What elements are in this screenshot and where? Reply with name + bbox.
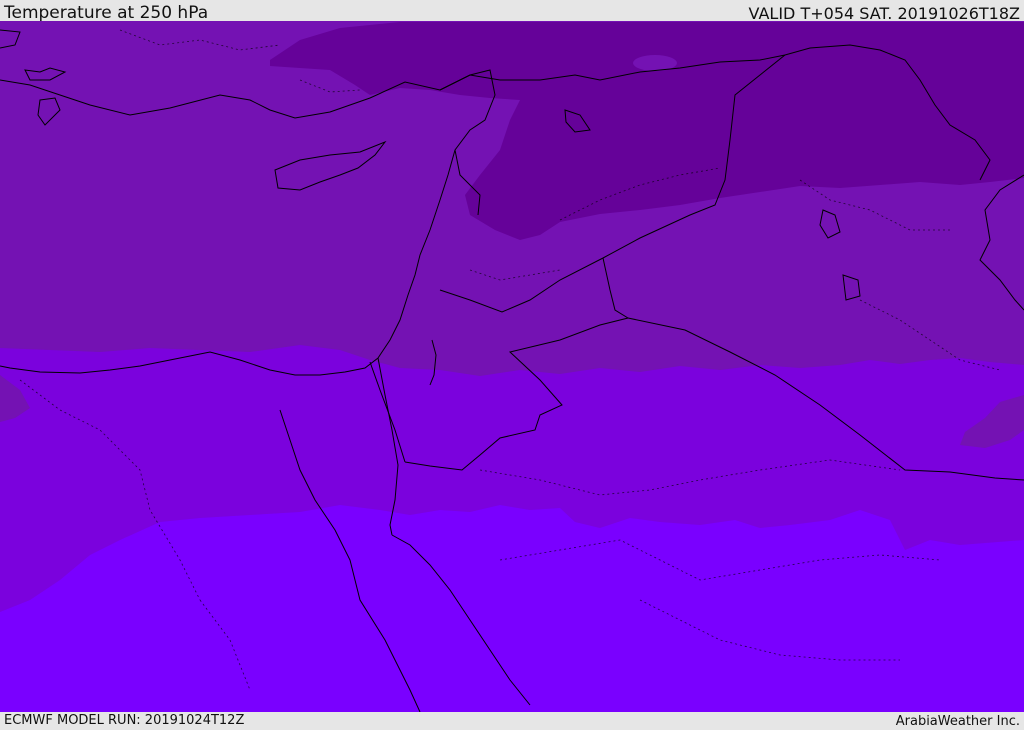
footer-bar: ECMWF MODEL RUN: 20191024T12Z ArabiaWeat… [0, 712, 1024, 729]
brand-label: ArabiaWeather Inc. [895, 714, 1020, 729]
map-title: Temperature at 250 hPa [4, 3, 209, 23]
map-canvas [0, 21, 1024, 712]
forecast-map[interactable] [0, 21, 1024, 712]
model-run-label: ECMWF MODEL RUN: 20191024T12Z [4, 713, 245, 728]
header-bar: Temperature at 250 hPa VALID T+054 SAT. … [0, 0, 1024, 23]
